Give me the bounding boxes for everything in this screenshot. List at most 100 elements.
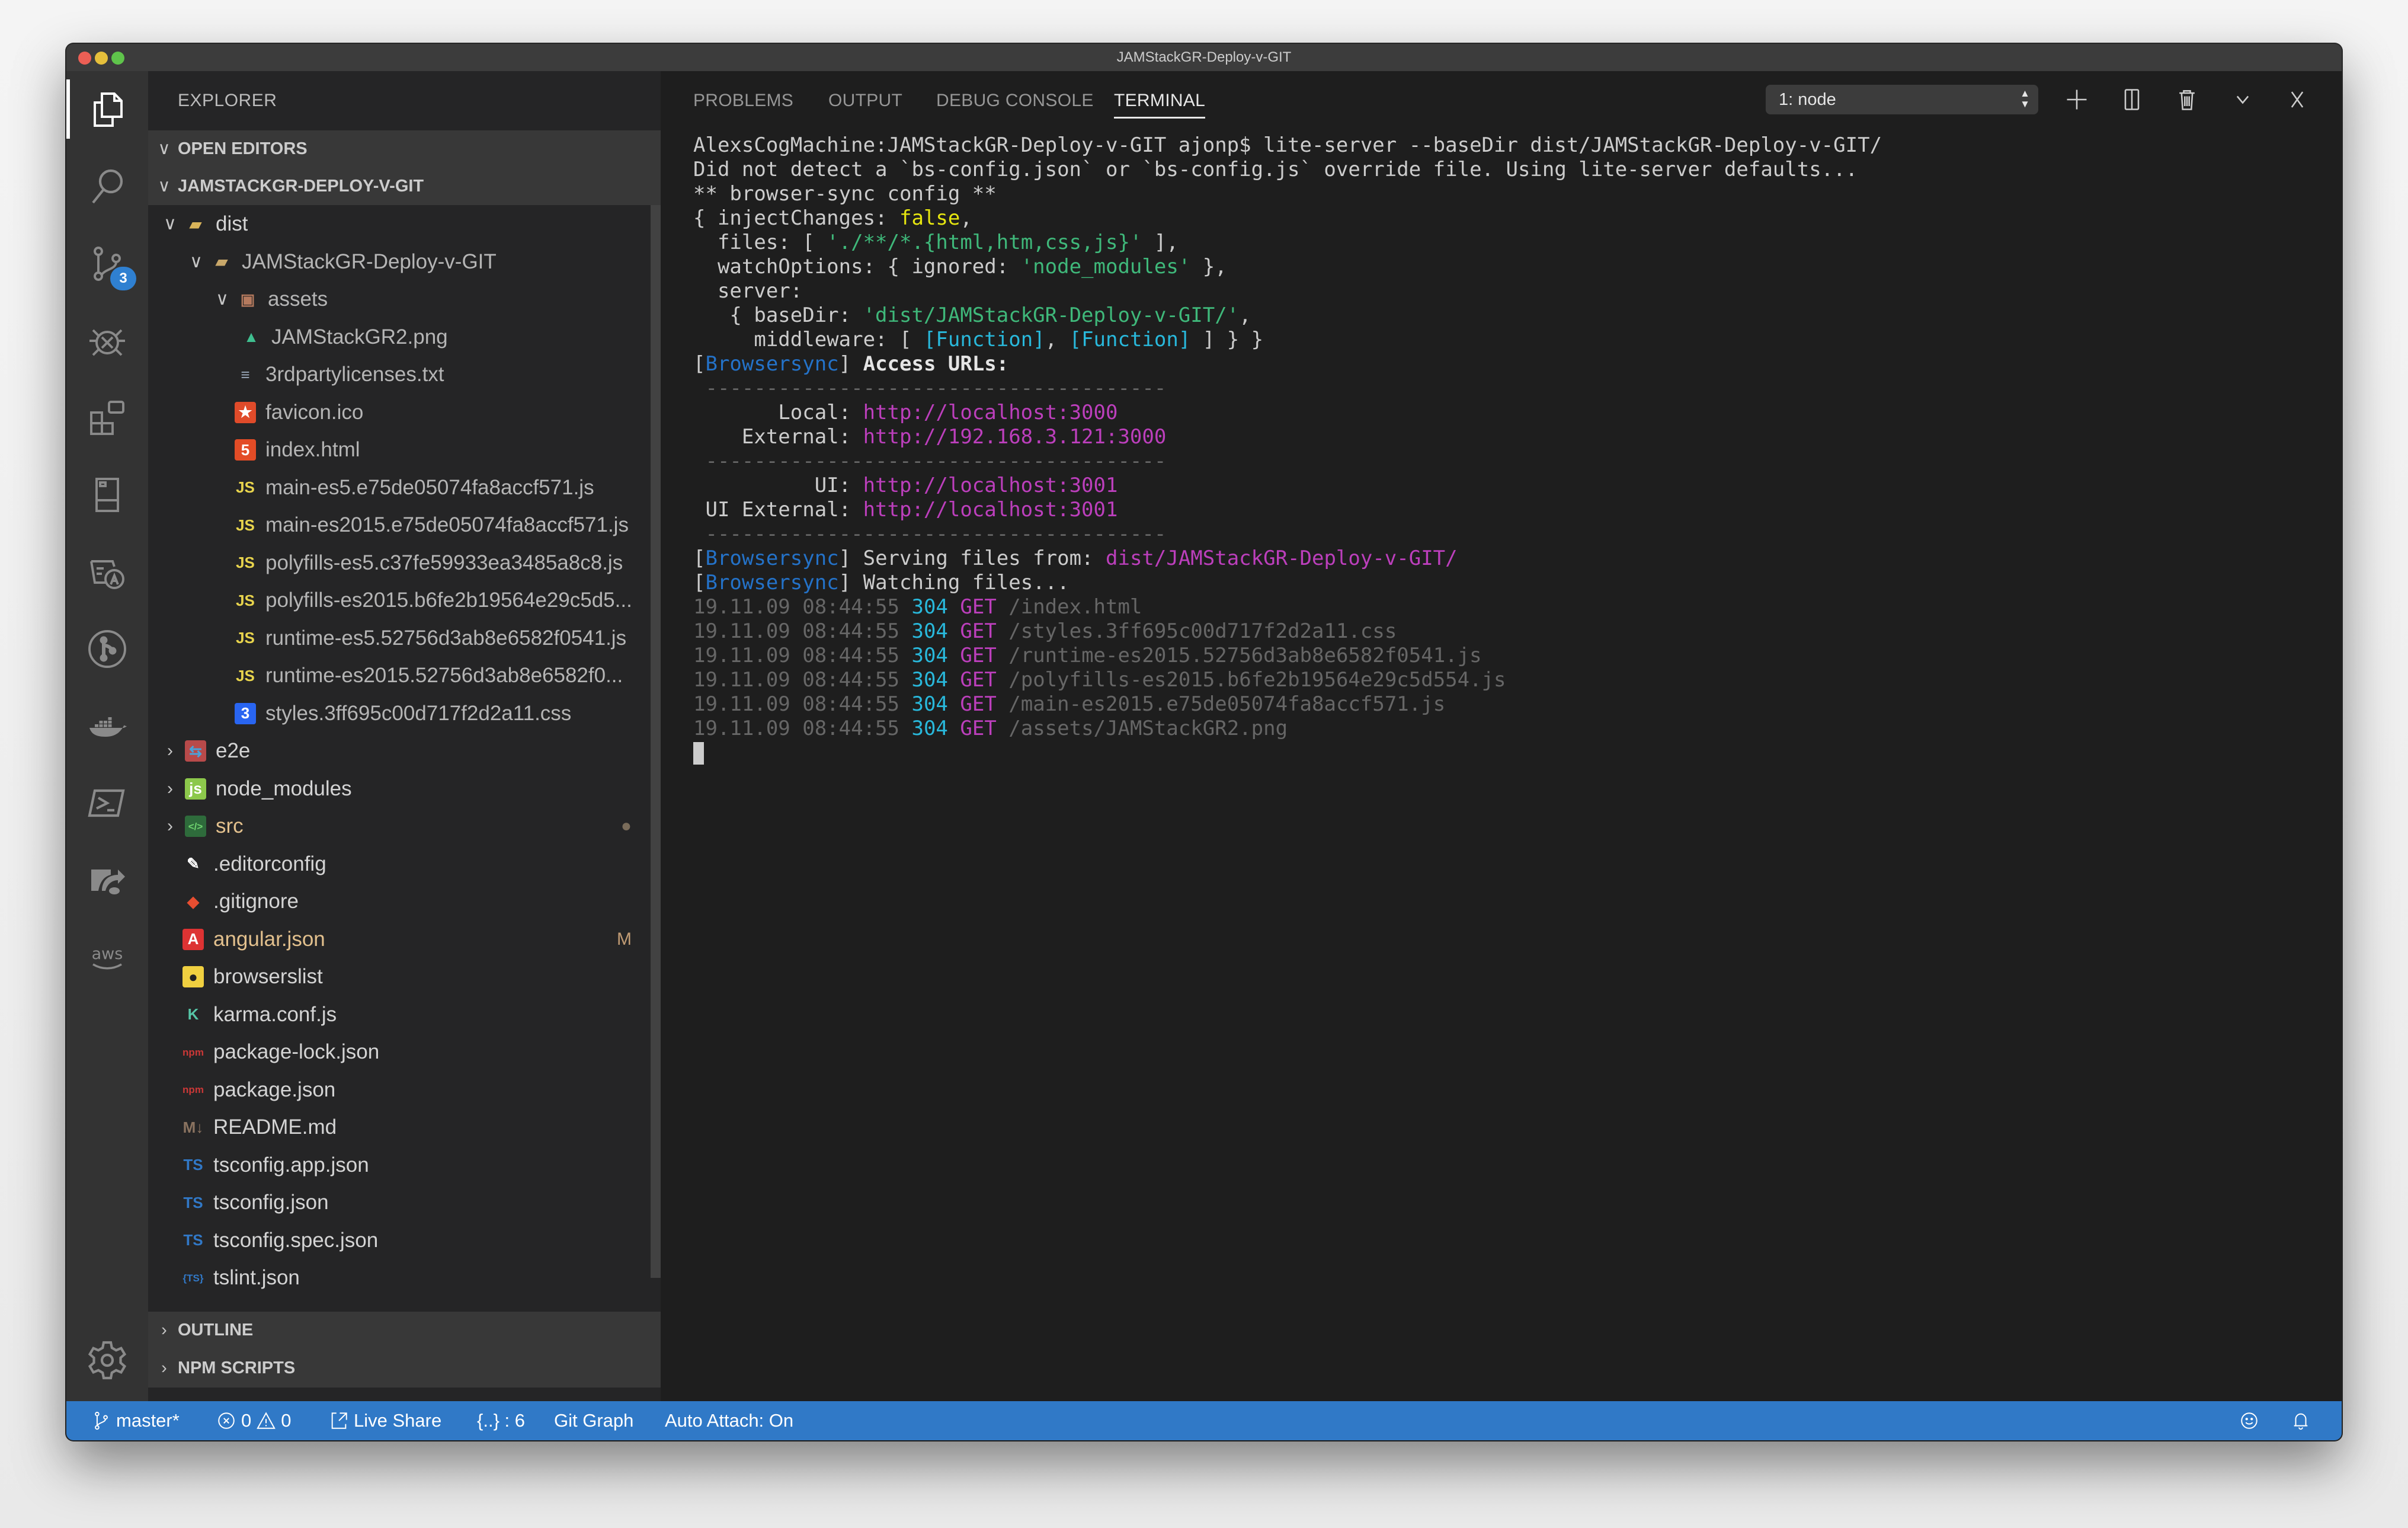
tab-problems[interactable]: PROBLEMS bbox=[693, 71, 793, 130]
tab-terminal[interactable]: TERMINAL bbox=[1114, 71, 1206, 130]
feedback-button[interactable] bbox=[2239, 1401, 2259, 1440]
chevron-down-icon[interactable]: ∨ bbox=[213, 280, 231, 318]
terminal-segment: 304 bbox=[911, 644, 948, 667]
git-branch-icon bbox=[95, 1411, 108, 1430]
tree-file[interactable]: {TS} tslint.json bbox=[148, 1259, 640, 1296]
status-git-graph[interactable]: Git Graph bbox=[554, 1401, 633, 1440]
tree-folder[interactable]: ∨ ▰ dist bbox=[148, 205, 640, 242]
terminal-line: 19.11.09 08:44:55 304 GET /styles.3ff695… bbox=[693, 619, 2330, 644]
tree-file[interactable]: npm package-lock.json bbox=[148, 1033, 640, 1070]
terminal-line: 19.11.09 08:44:55 304 GET /polyfills-es2… bbox=[693, 668, 2330, 692]
terminal-segment: ] } } bbox=[1190, 328, 1264, 351]
kill-terminal-button[interactable] bbox=[2169, 82, 2205, 117]
activity-remote-explorer[interactable] bbox=[66, 456, 148, 533]
close-panel-button[interactable] bbox=[2279, 82, 2315, 117]
tab-debug-console[interactable]: DEBUG CONSOLE bbox=[936, 71, 1094, 130]
chevron-down-icon[interactable]: ∨ bbox=[161, 205, 179, 242]
files-icon bbox=[94, 92, 123, 127]
activity-git-graph[interactable] bbox=[66, 610, 148, 688]
minimize-window-button[interactable] bbox=[95, 52, 108, 65]
activity-aws[interactable]: aws bbox=[66, 919, 148, 996]
tree-file[interactable]: JS runtime-es5.52756d3ab8e6582f0541.js bbox=[148, 619, 640, 657]
terminal-segment: http://192.168.3.121:3000 bbox=[863, 425, 1167, 449]
tree-item-label: main-es5.e75de05074fa8accf571.js bbox=[265, 475, 594, 499]
tree-item-label: karma.conf.js bbox=[213, 1002, 337, 1026]
terminal-segment: GET bbox=[960, 717, 997, 740]
status-live-share[interactable]: Live Share bbox=[329, 1401, 441, 1440]
tree-file[interactable]: M↓ README.md bbox=[148, 1108, 640, 1146]
activity-source-control[interactable]: 3 bbox=[66, 225, 148, 302]
tree-item-label: package.json bbox=[213, 1078, 336, 1101]
split-terminal-button[interactable] bbox=[2114, 82, 2150, 117]
section-open-editors[interactable]: ∨ OPEN EDITORS bbox=[148, 130, 661, 168]
terminal-segment: ] Watching files... bbox=[838, 571, 1069, 594]
tree-folder[interactable]: ∨ ▣ assets bbox=[148, 280, 640, 318]
tree-file[interactable]: JS polyfills-es5.c37fe59933ea3485a8c8.js bbox=[148, 544, 640, 581]
section-npm-scripts[interactable]: › NPM SCRIPTS bbox=[148, 1350, 661, 1388]
terminal-segment: /styles.3ff695c00d717f2d2a11.css bbox=[996, 619, 1397, 643]
status-problems[interactable]: 0 0 bbox=[216, 1401, 292, 1440]
activity-debug[interactable] bbox=[66, 302, 148, 379]
tree-file[interactable]: npm package.json bbox=[148, 1071, 640, 1108]
terminal-line: middleware: [ [Function], [Function] ] }… bbox=[693, 328, 2330, 352]
tree-file[interactable]: JS main-es5.e75de05074fa8accf571.js bbox=[148, 469, 640, 506]
tree-file[interactable]: JS runtime-es2015.52756d3ab8e6582f0... bbox=[148, 657, 640, 694]
gear-icon bbox=[88, 1341, 127, 1380]
chevron-down-icon[interactable]: ∨ bbox=[187, 243, 205, 280]
notifications-button[interactable] bbox=[2291, 1401, 2311, 1440]
explorer-sidebar: EXPLORER ∨ OPEN EDITORS ∨ JAMSTACKGR-DEP… bbox=[148, 71, 661, 1401]
chevron-right-icon[interactable]: › bbox=[161, 732, 179, 769]
tree-file[interactable]: ● browserslist bbox=[148, 958, 640, 995]
tree-file[interactable]: ≡ 3rdpartylicenses.txt bbox=[148, 356, 640, 393]
tree-file[interactable]: Kkarma.conf.js bbox=[148, 996, 640, 1033]
tree-file[interactable]: TS tsconfig.app.json bbox=[148, 1146, 640, 1184]
terminal-segment: , bbox=[960, 206, 972, 230]
terminal-segment: [Function] bbox=[923, 328, 1045, 351]
activity-powershell[interactable] bbox=[66, 765, 148, 842]
tree-folder[interactable]: ∨ ▰ JAMStackGR-Deploy-v-GIT bbox=[148, 243, 640, 280]
zoom-window-button[interactable] bbox=[111, 52, 124, 65]
activity-translate[interactable] bbox=[66, 533, 148, 610]
maximize-panel-button[interactable] bbox=[2225, 82, 2260, 117]
activity-deploy[interactable] bbox=[66, 842, 148, 919]
terminal-output[interactable]: AlexsCogMachine:JAMStackGR-Deploy-v-GIT … bbox=[693, 133, 2330, 1401]
close-window-button[interactable] bbox=[78, 52, 91, 65]
chevron-right-icon: › bbox=[161, 1358, 167, 1377]
editorconfig-icon: ✎ bbox=[187, 855, 200, 872]
bell-icon bbox=[2294, 1413, 2308, 1430]
tree-file[interactable]: ★ favicon.ico bbox=[148, 394, 640, 431]
status-auto-attach[interactable]: Auto Attach: On bbox=[665, 1401, 793, 1440]
section-outline[interactable]: › OUTLINE bbox=[148, 1312, 661, 1350]
terminal-segment: GET bbox=[960, 619, 997, 643]
activity-extensions[interactable] bbox=[66, 379, 148, 456]
tree-folder[interactable]: › </> src ● bbox=[148, 807, 640, 845]
activity-explorer[interactable] bbox=[66, 71, 148, 148]
sidebar-scrollbar[interactable] bbox=[651, 205, 661, 1278]
tree-file[interactable]: Aangular.json M bbox=[148, 920, 640, 958]
tree-file[interactable]: ▲ JAMStackGR2.png bbox=[148, 318, 640, 356]
chevron-right-icon[interactable]: › bbox=[161, 807, 179, 845]
tree-file[interactable]: TS tsconfig.json bbox=[148, 1184, 640, 1221]
new-terminal-button[interactable] bbox=[2059, 82, 2095, 117]
activity-docker[interactable] bbox=[66, 688, 148, 765]
tree-item-label: node_modules bbox=[216, 776, 352, 800]
tree-folder[interactable]: › js node_modules bbox=[148, 770, 640, 807]
chevron-right-icon[interactable]: › bbox=[161, 770, 179, 807]
tree-file[interactable]: JS main-es2015.e75de05074fa8accf571.js bbox=[148, 506, 640, 544]
activity-search[interactable] bbox=[66, 148, 148, 225]
settings-button[interactable] bbox=[66, 1322, 148, 1399]
tree-file[interactable]: TS tsconfig.spec.json bbox=[148, 1222, 640, 1259]
tree-folder[interactable]: › ⇆ e2e bbox=[148, 732, 640, 769]
section-project[interactable]: ∨ JAMSTACKGR-DEPLOY-V-GIT bbox=[148, 168, 661, 205]
tree-file[interactable]: JS polyfills-es2015.b6fe2b19564e29c5d5... bbox=[148, 581, 640, 619]
tree-file[interactable]: ✎ .editorconfig bbox=[148, 845, 640, 883]
tree-item-label: JAMStackGR-Deploy-v-GIT bbox=[242, 250, 497, 273]
tab-output[interactable]: OUTPUT bbox=[828, 71, 902, 130]
tree-file[interactable]: 3 styles.3ff695c00d717f2d2a11.css bbox=[148, 695, 640, 732]
status-bracket-pairs[interactable]: {..} : 6 bbox=[477, 1401, 525, 1440]
tree-file[interactable]: ◆ .gitignore bbox=[148, 883, 640, 920]
docker-icon bbox=[89, 717, 127, 737]
tree-file[interactable]: 5 index.html bbox=[148, 431, 640, 468]
terminal-selector[interactable]: 1: node ▲ ▼ bbox=[1766, 85, 2038, 114]
status-branch[interactable]: master* bbox=[91, 1401, 180, 1440]
